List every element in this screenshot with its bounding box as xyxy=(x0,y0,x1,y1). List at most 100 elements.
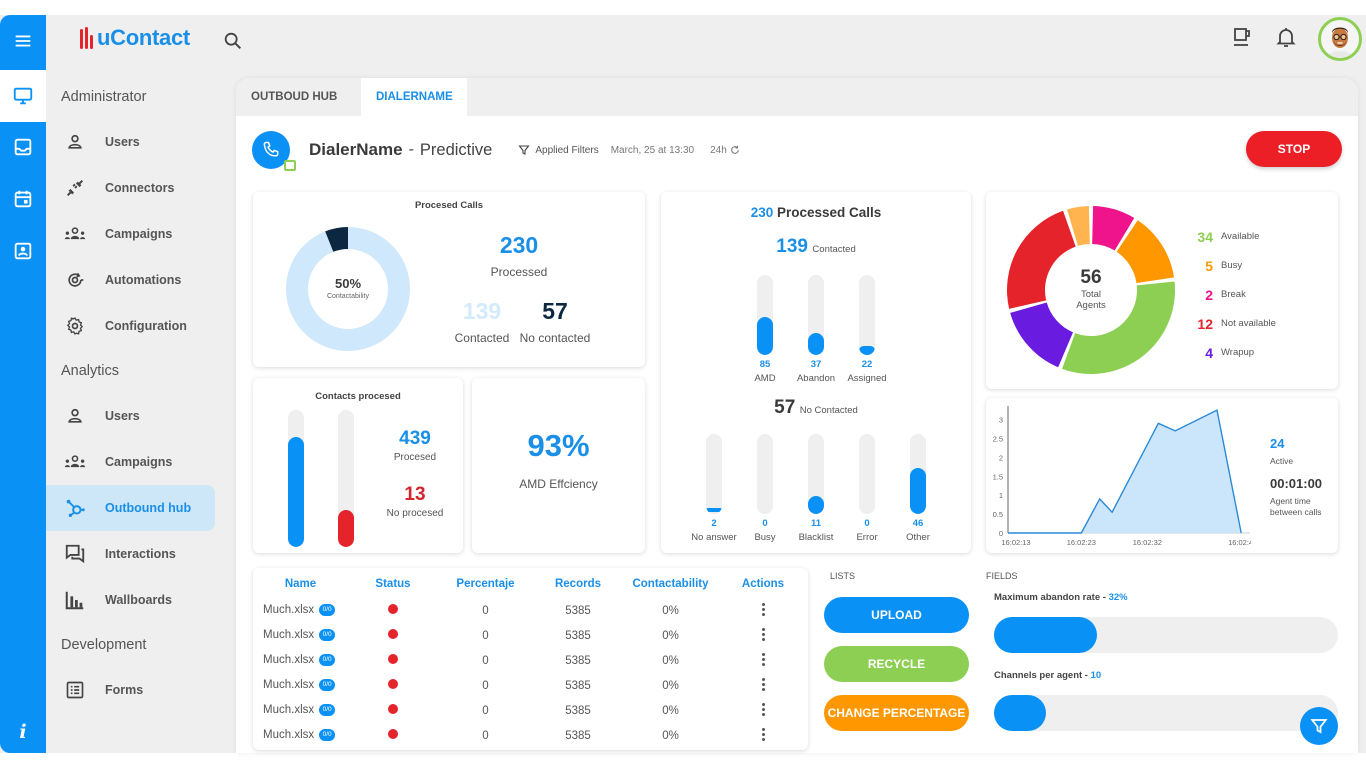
nav-item-admin-users[interactable]: Users xyxy=(46,119,215,165)
nav-item-label: Campaigns xyxy=(105,227,173,241)
search-button[interactable] xyxy=(222,30,244,57)
list-records: 5385 xyxy=(565,704,591,717)
contactability-percent: 50% xyxy=(334,276,362,291)
legend-label: Available xyxy=(1221,231,1260,242)
channels-slider[interactable] xyxy=(994,695,1338,731)
rail-item-monitor[interactable] xyxy=(0,70,46,122)
list-count-badge: 0/0 xyxy=(319,604,336,617)
y-tick-label: 1 xyxy=(999,491,1003,500)
nav-item-automations[interactable]: Automations xyxy=(46,257,215,303)
nav-item-wallboards[interactable]: Wallboards xyxy=(46,577,215,623)
kebab-menu-icon[interactable] xyxy=(753,651,773,668)
list-records: 5385 xyxy=(565,729,591,742)
column-header-percentage[interactable]: Percentaje xyxy=(438,570,533,598)
metric-bar-value: 46 xyxy=(912,518,924,529)
metric-bar-other xyxy=(910,434,926,514)
table-row[interactable]: Much.xlsx 0/0 0 5385 0% xyxy=(253,623,808,648)
list-status xyxy=(348,623,438,648)
list-count-badge: 0/0 xyxy=(319,729,336,742)
breakdown-title: 230 Processed Calls xyxy=(661,205,971,220)
list-actions xyxy=(718,698,808,723)
user-icon xyxy=(64,405,86,427)
nav-item-connectors[interactable]: Connectors xyxy=(46,165,215,211)
no-processed-bar-fill xyxy=(338,510,354,547)
nav-item-analytics-campaigns[interactable]: Campaigns xyxy=(46,439,215,485)
agents-legend: 34 Available 5 Busy 2 Break 12 Not available 4 Wr… xyxy=(1191,222,1276,367)
tab-outbound-hub[interactable]: OUTBOUD HUB xyxy=(236,78,361,116)
column-header-contactability[interactable]: Contactability xyxy=(623,570,718,598)
list-contactability: 0% xyxy=(662,629,679,642)
active-value: 24 xyxy=(1270,436,1285,451)
applied-filters-button[interactable]: Applied Filters xyxy=(518,144,599,156)
nav-item-configuration[interactable]: Configuration xyxy=(46,303,215,349)
activity-stats: 24 Active 00:01:00 Agent time between ca… xyxy=(1270,436,1322,518)
table-row[interactable]: Much.xlsx 0/0 0 5385 0% xyxy=(253,598,808,623)
rail-item-inbox[interactable] xyxy=(0,121,46,173)
nav-item-forms[interactable]: Forms xyxy=(46,667,215,713)
y-tick-label: 0 xyxy=(999,529,1003,538)
kebab-menu-icon[interactable] xyxy=(753,701,773,718)
lists-actions: LISTS UPLOAD RECYCLE CHANGE PERCENTAGE xyxy=(824,571,974,751)
kebab-menu-icon[interactable] xyxy=(753,676,773,693)
column-header-records[interactable]: Records xyxy=(533,570,623,598)
nav-item-outbound-hub[interactable]: Outbound hub xyxy=(46,485,215,531)
list-percentage: 0 xyxy=(482,704,489,717)
table-row[interactable]: Much.xlsx 0/0 0 5385 0% xyxy=(253,648,808,673)
brand-name: uContact xyxy=(97,25,190,50)
abandon-rate-name: Maximum abandon rate xyxy=(994,592,1101,603)
table-row[interactable]: Much.xlsx 0/0 0 5385 0% xyxy=(253,673,808,698)
kebab-menu-icon[interactable] xyxy=(753,626,773,643)
info-button[interactable]: i xyxy=(0,721,46,743)
notifications-button[interactable] xyxy=(1274,25,1298,54)
column-header-name[interactable]: Name xyxy=(253,570,348,598)
rail-item-calendar[interactable] xyxy=(0,173,46,225)
menu-button[interactable] xyxy=(0,15,46,67)
recycle-button[interactable]: RECYCLE xyxy=(824,646,969,682)
legend-item: 4 Wrapup xyxy=(1191,338,1276,367)
x-tick-label: 16:02:23 xyxy=(1067,538,1096,547)
abandon-rate-slider-fill[interactable] xyxy=(994,617,1098,653)
list-name: Much.xlsx 0/0 xyxy=(253,723,348,748)
refresh-range-button[interactable]: 24h xyxy=(710,145,740,156)
nav-item-admin-campaigns[interactable]: Campaigns xyxy=(46,211,215,257)
tab-dialername[interactable]: DIALERNAME xyxy=(361,78,467,116)
area-fill xyxy=(1008,410,1242,533)
metric-bar-fill xyxy=(757,316,773,355)
nav-item-analytics-users[interactable]: Users xyxy=(46,393,215,439)
filter-fab-button[interactable] xyxy=(1300,707,1338,745)
side-navigation: Administrator Users Connectors Campaigns… xyxy=(46,75,226,713)
list-actions xyxy=(718,673,808,698)
table-row[interactable]: Much.xlsx 0/0 0 5385 0% xyxy=(253,723,808,748)
nav-item-interactions[interactable]: Interactions xyxy=(46,531,215,577)
y-tick-label: 3 xyxy=(999,416,1003,425)
y-tick-label: 0.5 xyxy=(993,510,1003,519)
brand-logo[interactable]: uContact xyxy=(80,25,190,51)
donut-center: 50% Contactability xyxy=(285,276,411,300)
rail-item-contacts[interactable] xyxy=(0,225,46,277)
table-row[interactable]: Much.xlsx 0/0 0 5385 0% xyxy=(253,698,808,723)
column-header-status[interactable]: Status xyxy=(348,570,438,598)
list-percentage: 0 xyxy=(482,729,489,742)
contacted-value: 139 xyxy=(462,298,502,324)
upload-button[interactable]: UPLOAD xyxy=(824,597,969,633)
list-status xyxy=(348,673,438,698)
channels-slider-fill[interactable] xyxy=(994,695,1046,731)
break-button[interactable] xyxy=(1230,25,1254,54)
legend-label: Busy xyxy=(1221,260,1243,271)
metric-bar-busy xyxy=(757,434,773,514)
metric-bar-no-answer xyxy=(706,434,722,514)
avatar[interactable] xyxy=(1318,17,1362,61)
stop-button[interactable]: STOP xyxy=(1246,131,1342,167)
icon-rail: i xyxy=(0,15,46,753)
abandon-rate-slider[interactable] xyxy=(994,617,1338,653)
change-percentage-button[interactable]: CHANGE PERCENTAGE xyxy=(824,695,969,731)
applied-filters-label: Applied Filters xyxy=(535,144,599,156)
metric-bar-assigned xyxy=(859,275,875,355)
kebab-menu-icon[interactable] xyxy=(753,726,773,743)
list-status xyxy=(348,698,438,723)
agents-status-card: 56 Total Agents 34 Available 5 Busy 2 Break 12… xyxy=(986,192,1338,389)
no-contacted-stat: 57 No contacted xyxy=(515,298,595,345)
kebab-menu-icon[interactable] xyxy=(753,601,773,618)
list-name: Much.xlsx 0/0 xyxy=(253,648,348,673)
user-icon xyxy=(64,131,86,153)
